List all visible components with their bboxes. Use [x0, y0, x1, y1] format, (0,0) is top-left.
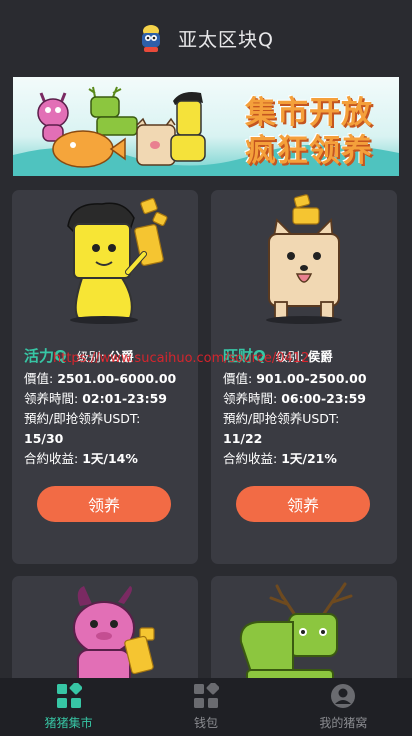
reserve-value: 15/30 — [24, 431, 64, 446]
yield-value: 1天/21% — [281, 451, 337, 466]
wallet-icon — [193, 683, 219, 708]
time-value: 06:00-23:59 — [281, 391, 366, 406]
watermark-text: https://www.sucaihuo.com/source/0412 — [53, 351, 310, 366]
profile-icon — [331, 684, 356, 708]
nav-item-market[interactable]: 猪猪集市 — [0, 678, 137, 736]
promo-banner[interactable]: 集市开放 疯狂领养 — [13, 77, 399, 176]
logo-icon — [142, 25, 161, 52]
reserve-label: 預約/即抢领养USDT: — [24, 411, 141, 426]
pig-card[interactable]: 活力Q 级别: 公爵 價值: 2501.00-6000.00 领养時間: 02:… — [12, 190, 198, 564]
reserve-value: 11/22 — [223, 431, 263, 446]
market-icon — [56, 683, 82, 708]
nav-item-profile[interactable]: 我的猪窝 — [275, 678, 412, 736]
pig-card[interactable]: 旺财Q 级别: 侯爵 價值: 901.00-2500.00 领养時間: 06:0… — [211, 190, 397, 564]
level-value: 侯爵 — [307, 349, 333, 364]
price-value: 2501.00-6000.00 — [57, 371, 177, 386]
yield-value: 1天/14% — [82, 451, 138, 466]
adopt-button[interactable]: 领养 — [236, 486, 370, 522]
page-title: 亚太区块Q — [178, 28, 274, 51]
nav-label-wallet: 钱包 — [193, 716, 218, 730]
banner-subheadline: 疯狂领养 — [245, 133, 373, 169]
tan-dog-illustration — [266, 194, 342, 324]
time-value: 02:01-23:59 — [82, 391, 167, 406]
nav-label-market: 猪猪集市 — [44, 716, 93, 730]
nav-label-profile: 我的猪窝 — [319, 716, 368, 730]
price-label: 價值: — [223, 371, 253, 386]
yield-label: 合約收益: — [223, 451, 278, 466]
yield-label: 合約收益: — [24, 451, 79, 466]
bottom-nav: 猪猪集市 钱包 我的猪窝 — [0, 678, 412, 736]
app-header: 亚太区块Q — [0, 0, 412, 76]
time-label: 领养時間: — [24, 391, 79, 406]
price-value: 901.00-2500.00 — [256, 371, 367, 386]
yellow-mascot-illustration — [67, 197, 168, 324]
time-label: 领养時間: — [223, 391, 278, 406]
adopt-button[interactable]: 领养 — [37, 486, 171, 522]
nav-item-wallet[interactable]: 钱包 — [137, 678, 274, 736]
reserve-label: 預約/即抢领养USDT: — [223, 411, 340, 426]
price-label: 價值: — [24, 371, 54, 386]
